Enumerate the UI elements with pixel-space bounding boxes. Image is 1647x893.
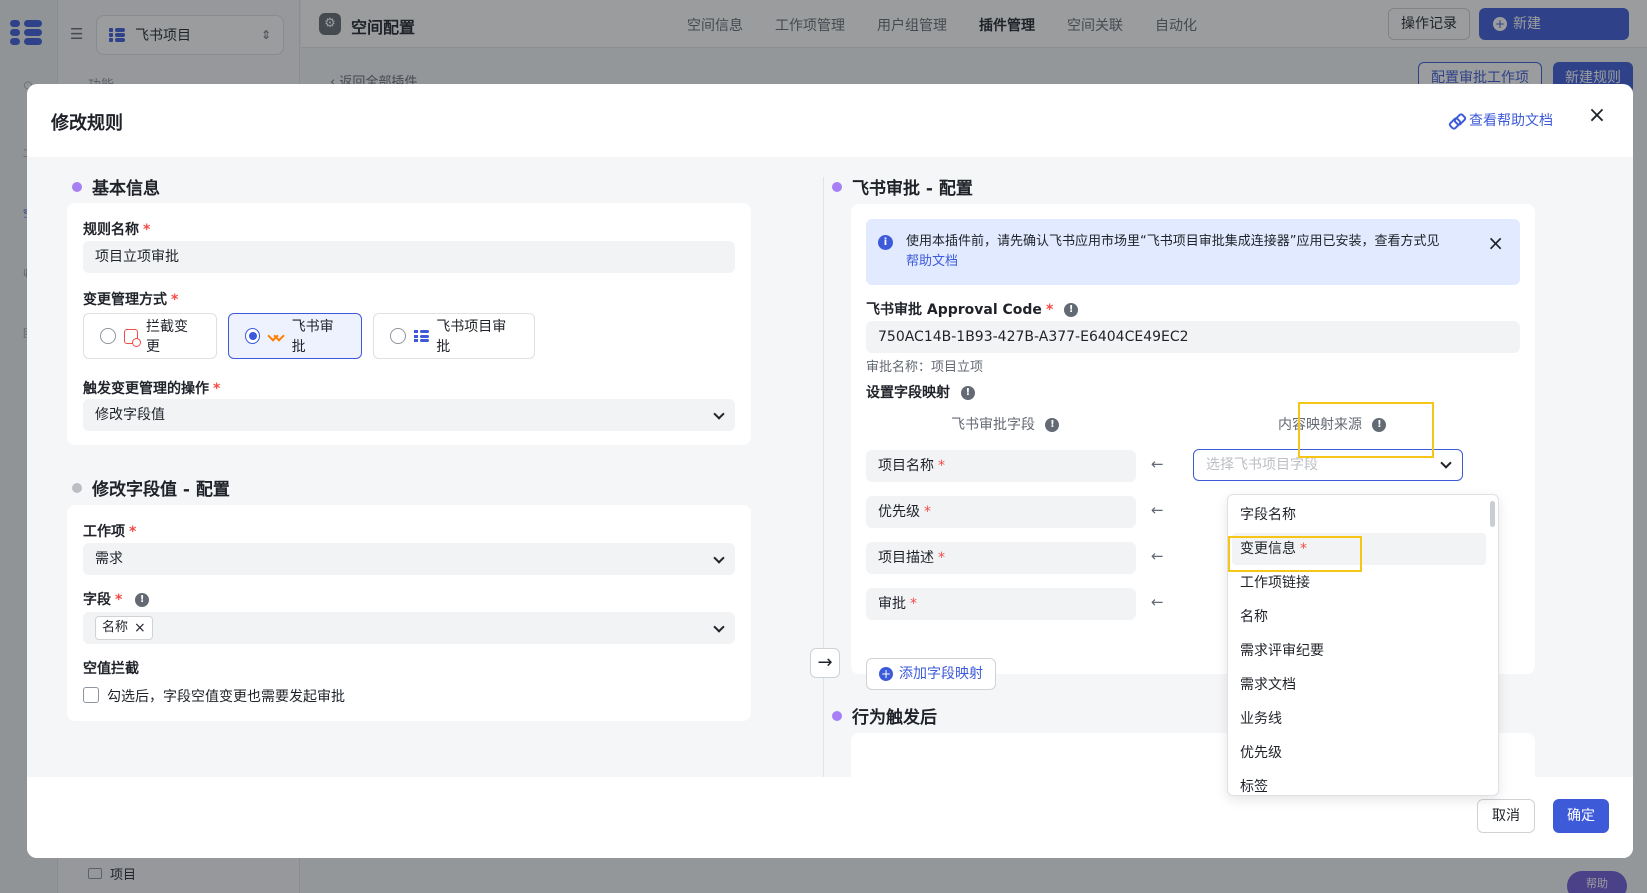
- dropdown-option[interactable]: 标签: [1232, 771, 1486, 795]
- basic-info-card: 规则名称* 项目立项审批 变更管理方式* 拦截变更 飞书审批 飞书项目审批: [67, 203, 751, 445]
- col-approval-field: 飞书审批字段 !: [951, 414, 1060, 434]
- add-field-mapping-button[interactable]: + 添加字段映射: [866, 658, 996, 690]
- dropdown-option[interactable]: 需求评审纪要: [1232, 635, 1486, 667]
- field-multiselect[interactable]: 名称 ×: [83, 612, 735, 644]
- dropdown-option[interactable]: 名称: [1232, 601, 1486, 633]
- radio-circle: [100, 328, 116, 344]
- section-dot-icon: [72, 181, 82, 192]
- approval-name-text: 审批名称：项目立项: [866, 360, 984, 375]
- empty-value-checkbox-text: 勾选后，字段空值变更也需要发起审批: [107, 689, 345, 705]
- add-mapping-label: 添加字段映射: [899, 666, 983, 682]
- mapping-row-project-desc: 项目描述 *: [866, 542, 1136, 574]
- column-divider: [823, 177, 824, 777]
- modify-field-card: 工作项 * 需求 字段 * ! 名称 × 空值拦截 勾选后，字段空值变更也需要发起审批: [67, 505, 751, 721]
- dropdown-option[interactable]: 优先级: [1232, 737, 1486, 769]
- dropdown-option[interactable]: 业务线: [1232, 703, 1486, 735]
- close-notice-icon[interactable]: ×: [1487, 231, 1504, 255]
- feishu-approval-icon: [268, 331, 283, 341]
- radio-label: 飞书审批: [291, 319, 334, 355]
- intercept-icon: [123, 328, 141, 347]
- dropdown-option[interactable]: 需求文档: [1232, 669, 1486, 701]
- section-dot-icon: [832, 181, 842, 192]
- plus-circle-icon: +: [879, 667, 893, 681]
- highlight-box-mapping-source: [1298, 402, 1434, 458]
- cancel-button[interactable]: 取消: [1477, 799, 1535, 833]
- radio-feishu-approval[interactable]: 飞书审批: [228, 313, 362, 359]
- info-icon[interactable]: !: [1064, 303, 1079, 317]
- select-placeholder: 选择飞书项目字段: [1206, 457, 1318, 473]
- chevron-down-icon: [713, 552, 725, 564]
- info-icon[interactable]: !: [135, 593, 150, 607]
- notice-help-link[interactable]: 帮助文档: [906, 254, 958, 269]
- chevron-down-icon: [1440, 457, 1452, 469]
- confirm-button[interactable]: 确定: [1553, 799, 1609, 833]
- radio-label: 飞书项目审批: [436, 319, 507, 355]
- radio-label: 拦截变更: [146, 319, 189, 355]
- workitem-select[interactable]: 需求: [83, 543, 735, 575]
- section-title-text: 飞书审批 - 配置: [852, 179, 973, 199]
- section-title-text: 行为触发后: [852, 708, 937, 728]
- tag-label: 名称: [102, 620, 129, 635]
- radio-feishu-project-approval[interactable]: 飞书项目审批: [373, 313, 535, 359]
- help-doc-link-label: 查看帮助文档: [1469, 113, 1553, 129]
- approval-code-label: 飞书审批 Approval Code * !: [866, 299, 1079, 319]
- feishu-project-icon: [413, 330, 429, 342]
- field-mapping-label: 设置字段映射 !: [866, 382, 975, 402]
- workitem-label: 工作项 *: [83, 524, 137, 540]
- close-icon[interactable]: ×: [1587, 105, 1607, 127]
- field-label: 字段 * !: [83, 589, 150, 609]
- radio-intercept-change[interactable]: 拦截变更: [83, 313, 217, 359]
- trigger-operation-select[interactable]: 修改字段值: [83, 399, 735, 431]
- help-doc-link[interactable]: 查看帮助文档: [1449, 110, 1553, 130]
- info-icon[interactable]: !: [960, 386, 975, 400]
- arrow-left-icon: ←: [1151, 455, 1164, 473]
- link-icon: [1449, 113, 1463, 127]
- info-circle-icon: i: [878, 235, 893, 250]
- rule-name-label: 规则名称 *: [83, 222, 151, 238]
- chevron-down-icon: [713, 408, 725, 420]
- dropdown-option[interactable]: 字段名称: [1232, 499, 1486, 531]
- approval-code-input[interactable]: 750AC14B-1B93-427B-A377-E6404CE49EC2: [866, 321, 1520, 353]
- approval-config-section-title: 飞书审批 - 配置: [832, 174, 973, 199]
- arrow-right-button[interactable]: →: [810, 648, 840, 678]
- radio-circle-selected: [245, 328, 261, 344]
- trigger-operation-label: 触发变更管理的操作 *: [83, 381, 221, 397]
- basic-info-section-title: 基本信息: [72, 174, 160, 199]
- after-trigger-section-title: 行为触发后: [832, 703, 937, 728]
- rule-name-input[interactable]: 项目立项审批: [83, 241, 735, 273]
- select-value: 需求: [95, 551, 123, 567]
- modal-header: 修改规则 查看帮助文档 ×: [27, 84, 1633, 157]
- radio-circle: [390, 328, 406, 344]
- empty-value-checkbox[interactable]: [83, 687, 99, 703]
- mapping-row-approval: 审批 *: [866, 588, 1136, 620]
- info-icon[interactable]: !: [1045, 418, 1060, 432]
- install-notice: i 使用本插件前，请先确认飞书应用市场里“飞书项目审批集成连接器”应用已安装，查…: [866, 219, 1520, 285]
- field-tag: 名称 ×: [95, 616, 153, 640]
- change-mode-radio-group: 拦截变更 飞书审批 飞书项目审批: [83, 313, 543, 359]
- arrow-left-icon: ←: [1151, 501, 1164, 519]
- section-dot-icon: [832, 710, 842, 721]
- notice-text: 使用本插件前，请先确认飞书应用市场里“飞书项目审批集成连接器”应用已安装，查看方…: [906, 234, 1440, 269]
- select-value: 修改字段值: [95, 407, 165, 423]
- modify-field-section-title: 修改字段值 - 配置: [72, 475, 230, 500]
- section-title-text: 修改字段值 - 配置: [92, 480, 230, 500]
- modal-title: 修改规则: [51, 113, 123, 134]
- highlight-box-change-info: [1228, 536, 1362, 572]
- mapping-row-priority: 优先级 *: [866, 496, 1136, 528]
- section-title-text: 基本信息: [92, 179, 160, 199]
- dropdown-scrollbar[interactable]: [1490, 501, 1495, 527]
- arrow-left-icon: ←: [1151, 547, 1164, 565]
- empty-value-label: 空值拦截: [83, 661, 139, 677]
- chevron-down-icon: [713, 621, 725, 633]
- mapping-row-project-name: 项目名称 *: [866, 450, 1136, 482]
- tag-remove-icon[interactable]: ×: [134, 617, 146, 639]
- arrow-left-icon: ←: [1151, 593, 1164, 611]
- section-dot-icon: [72, 482, 82, 493]
- change-mode-label: 变更管理方式 *: [83, 292, 179, 308]
